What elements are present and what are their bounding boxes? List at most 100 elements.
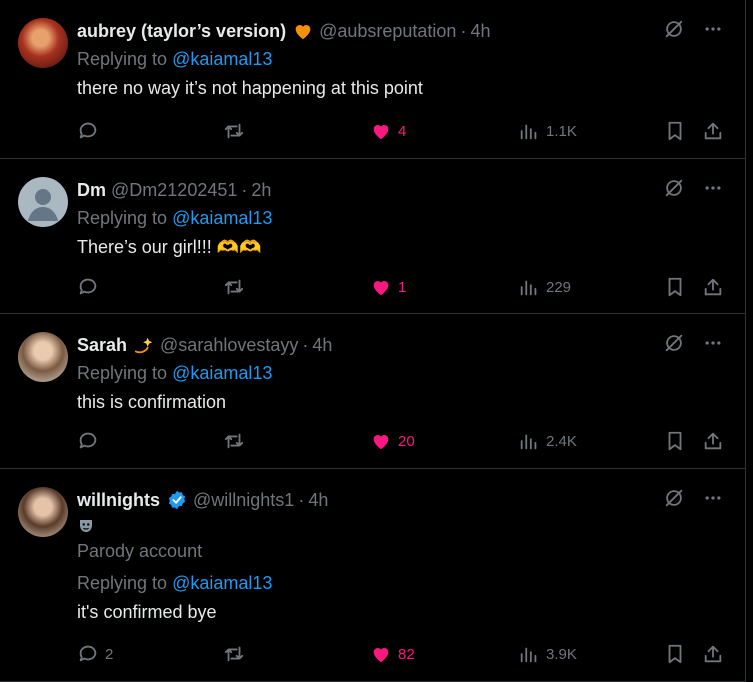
share-icon <box>702 120 724 142</box>
timestamp[interactable]: 4h <box>308 490 328 511</box>
views-button[interactable]: 229 <box>518 276 571 298</box>
user-handle[interactable]: @Dm21202451 <box>111 180 237 201</box>
retweet-icon <box>222 276 246 298</box>
reply-tweet[interactable]: aubrey (taylor’s version) @aubsreputatio… <box>0 0 745 159</box>
like-count: 4 <box>398 122 407 140</box>
timestamp[interactable]: 4h <box>470 21 490 42</box>
like-count: 20 <box>398 432 415 450</box>
retweet-button[interactable] <box>222 430 246 452</box>
reply-icon <box>77 120 99 142</box>
avatar[interactable] <box>18 18 68 68</box>
more-icon[interactable] <box>703 333 723 353</box>
reply-button[interactable]: 2 <box>77 643 113 665</box>
views-button[interactable]: 3.9K <box>518 643 577 665</box>
user-handle[interactable]: @willnights1 <box>193 490 294 511</box>
retweet-icon <box>222 120 246 142</box>
grok-icon[interactable] <box>663 332 685 354</box>
retweet-button[interactable] <box>222 643 246 665</box>
replying-to: Replying to @kaiamal13 <box>77 208 725 232</box>
reply-count: 2 <box>105 645 114 663</box>
bookmark-button[interactable] <box>664 643 686 665</box>
separator-dot: · <box>302 334 309 355</box>
replying-prefix: Replying to <box>77 363 168 383</box>
avatar[interactable] <box>18 487 68 537</box>
bookmark-button[interactable] <box>664 430 686 452</box>
grok-icon[interactable] <box>663 18 685 40</box>
view-count: 1.1K <box>546 122 577 140</box>
replying-to: Replying to @kaiamal13 <box>77 573 725 597</box>
replying-prefix: Replying to <box>77 573 168 593</box>
like-button[interactable]: 1 <box>370 276 406 298</box>
retweet-icon <box>222 430 246 452</box>
more-icon[interactable] <box>703 178 723 198</box>
bookmark-button[interactable] <box>664 276 686 298</box>
replying-prefix: Replying to <box>77 208 168 228</box>
like-button[interactable]: 4 <box>370 120 406 142</box>
avatar[interactable] <box>18 177 68 227</box>
bookmark-button[interactable] <box>664 120 686 142</box>
more-icon[interactable] <box>703 19 723 39</box>
share-button[interactable] <box>702 120 724 142</box>
grok-icon[interactable] <box>663 487 685 509</box>
view-count: 229 <box>546 278 572 296</box>
views-icon <box>518 120 540 142</box>
views-icon <box>518 643 540 665</box>
share-button[interactable] <box>702 276 724 298</box>
user-handle[interactable]: @aubsreputation <box>319 21 456 42</box>
tweet-text: it's confirmed bye <box>77 602 217 622</box>
separator-dot: · <box>298 489 305 510</box>
tweet-text: this is confirmation <box>77 392 227 412</box>
separator-dot: · <box>241 179 248 200</box>
parody-label: Parody account <box>77 541 203 561</box>
reply-tweet[interactable]: Dm @Dm21202451 · 2h Replying to @kaiamal… <box>0 159 745 314</box>
share-icon <box>702 430 724 452</box>
views-icon <box>518 430 540 452</box>
share-icon <box>702 276 724 298</box>
share-icon <box>702 643 724 665</box>
display-name[interactable]: Dm <box>77 180 106 201</box>
verified-check-icon <box>166 489 188 511</box>
bookmark-icon <box>664 430 686 452</box>
views-button[interactable]: 2.4K <box>518 430 577 452</box>
like-count: 82 <box>398 645 415 663</box>
mention-link[interactable]: @kaiamal13 <box>172 49 272 69</box>
like-button[interactable]: 20 <box>370 430 415 452</box>
reply-tweet[interactable]: Sarah @sarahlovestayy · 4h Replying to @… <box>0 314 745 469</box>
reply-feed: aubrey (taylor’s version) @aubsreputatio… <box>0 0 746 682</box>
views-icon <box>518 276 540 298</box>
retweet-icon <box>222 643 246 665</box>
timestamp[interactable]: 2h <box>251 180 271 201</box>
heart-icon <box>370 276 392 298</box>
timestamp[interactable]: 4h <box>312 335 332 356</box>
like-button[interactable]: 82 <box>370 643 415 665</box>
heart-icon <box>370 643 392 665</box>
tweet-text: there no way it’s not happening at this … <box>77 78 423 98</box>
display-name[interactable]: aubrey (taylor’s version) <box>77 21 286 42</box>
more-icon[interactable] <box>703 488 723 508</box>
reply-button[interactable] <box>77 120 105 142</box>
avatar[interactable] <box>18 332 68 382</box>
display-name[interactable]: willnights <box>77 490 160 511</box>
theater-mask-icon <box>77 517 725 537</box>
share-button[interactable] <box>702 643 724 665</box>
replying-prefix: Replying to <box>77 49 168 69</box>
reply-button[interactable] <box>77 276 105 298</box>
reply-tweet[interactable]: willnights @willnights1 · 4h Parody acco… <box>0 469 745 682</box>
mention-link[interactable]: @kaiamal13 <box>172 208 272 228</box>
views-button[interactable]: 1.1K <box>518 120 577 142</box>
replying-to: Replying to @kaiamal13 <box>77 363 725 387</box>
reply-button[interactable] <box>77 430 105 452</box>
retweet-button[interactable] <box>222 120 246 142</box>
grok-icon[interactable] <box>663 177 685 199</box>
share-button[interactable] <box>702 430 724 452</box>
user-handle[interactable]: @sarahlovestayy <box>160 335 298 356</box>
dizzy-star-icon <box>133 334 155 356</box>
bookmark-icon <box>664 276 686 298</box>
retweet-button[interactable] <box>222 276 246 298</box>
mention-link[interactable]: @kaiamal13 <box>172 363 272 383</box>
heart-icon <box>370 430 392 452</box>
display-name[interactable]: Sarah <box>77 335 127 356</box>
mention-link[interactable]: @kaiamal13 <box>172 573 272 593</box>
view-count: 2.4K <box>546 432 577 450</box>
like-count: 1 <box>398 278 407 296</box>
